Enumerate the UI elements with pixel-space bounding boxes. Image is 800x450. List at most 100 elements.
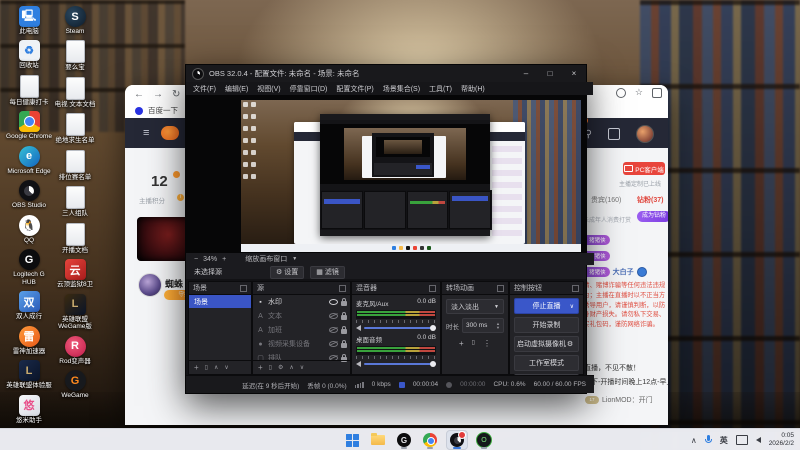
desktop-icon-obs[interactable]: OBS Studio	[6, 180, 52, 209]
lock-icon[interactable]	[341, 311, 347, 320]
volume-icon[interactable]	[755, 437, 761, 443]
reload-icon[interactable]: ↻	[172, 89, 180, 100]
source-row-watermark[interactable]: ▪ 水印	[253, 295, 350, 309]
taskbar-clock[interactable]: 0:05 2026/2/2	[769, 432, 794, 449]
obs-preview-canvas[interactable]	[186, 95, 586, 253]
obs-titlebar[interactable]: OBS 32.0.4 - 配置文件: 未命名 - 场景: 未命名 – □ ×	[186, 65, 586, 82]
source-properties-icon[interactable]: ⚙	[278, 364, 283, 371]
desktop-icon-doc2[interactable]: 要么宝	[52, 40, 98, 71]
pc-client-button[interactable]: PC客户端	[623, 162, 665, 175]
add-scene-button[interactable]: +	[194, 363, 199, 372]
desktop-icon-it-takes-two[interactable]: 双 双人成行	[6, 291, 52, 320]
desktop-icon-doc6[interactable]: 三人组队	[52, 186, 98, 217]
desktop-icon-doc7[interactable]: 开播文档	[52, 222, 98, 254]
virtual-camera-button[interactable]: 启动虚拟摄像机 ⚙	[514, 336, 579, 352]
extension-icon[interactable]	[652, 87, 662, 98]
zoom-page-icon[interactable]	[615, 87, 626, 98]
source-down-button[interactable]: ∨	[300, 364, 304, 371]
wegame-taskbar-button[interactable]: O	[474, 431, 494, 449]
desktop-icon-chrome[interactable]: Google Chrome	[6, 111, 52, 140]
source-row-overtime[interactable]: A 加班	[253, 323, 350, 337]
box-icon[interactable]	[608, 128, 620, 140]
chevron-down-icon[interactable]: ▼	[292, 256, 297, 262]
desktop-icon-doc3[interactable]: 电视 文本文档	[52, 76, 98, 108]
source-row-text[interactable]: A 文本	[253, 309, 350, 323]
streamer-avatar[interactable]	[138, 273, 162, 297]
maximize-button[interactable]: □	[538, 65, 562, 82]
visibility-eye-icon[interactable]	[329, 299, 338, 305]
source-filters-button[interactable]: ▦ 滤镜	[310, 265, 345, 279]
obs-taskbar-button[interactable]	[446, 430, 468, 450]
transition-select[interactable]: 淡入淡出 ▼	[446, 299, 504, 314]
ime-indicator[interactable]: 英	[720, 435, 728, 446]
menu-docks[interactable]: 停靠窗口(D)	[290, 84, 328, 94]
site-logo[interactable]	[161, 126, 180, 140]
lock-icon[interactable]	[341, 325, 347, 334]
remove-transition-button[interactable]: ▯	[472, 339, 475, 348]
lock-icon[interactable]	[341, 297, 347, 306]
desktop-icon-doc5[interactable]: 排位赛名单	[52, 149, 98, 181]
menu-scene-collection[interactable]: 场景集合(S)	[383, 84, 420, 94]
scene-up-button[interactable]: ∧	[214, 364, 218, 371]
chrome-taskbar-button[interactable]	[420, 431, 440, 449]
lock-icon[interactable]	[341, 339, 347, 348]
desktop-icon-this-pc[interactable]: 🖳 此电脑	[6, 6, 52, 35]
desktop-icon-edge[interactable]: e Microsoft Edge	[6, 145, 52, 175]
speaker-icon[interactable]	[356, 361, 361, 367]
dock-options-icon[interactable]	[240, 284, 247, 292]
chat-username[interactable]: 大白子	[613, 267, 634, 277]
zoom-preset-dropdown[interactable]: 缩放画布窗口	[245, 254, 287, 264]
desktop-icon-game-red[interactable]: 云 云顶监狱8卫	[52, 259, 98, 288]
desktop-icon-ghub[interactable]: G Logitech G HUB	[6, 249, 52, 286]
forward-icon[interactable]: →	[153, 89, 163, 100]
dock-options-icon[interactable]	[572, 284, 579, 292]
source-up-button[interactable]: ∧	[289, 364, 293, 371]
file-explorer-button[interactable]	[368, 431, 388, 449]
virtual-cam-config-icon[interactable]: ⚙	[563, 339, 576, 349]
remove-scene-button[interactable]: ▯	[205, 364, 208, 371]
start-recording-button[interactable]: 开始录制	[514, 317, 579, 333]
visibility-eye-off-icon[interactable]	[329, 341, 338, 347]
menu-tools[interactable]: 工具(T)	[429, 84, 452, 94]
visibility-eye-off-icon[interactable]	[329, 313, 338, 319]
desktop-icon-wegame[interactable]: G WeGame	[52, 370, 98, 399]
close-button[interactable]: ×	[562, 65, 586, 82]
menu-help[interactable]: 帮助(H)	[461, 84, 485, 94]
menu-profile[interactable]: 配置文件(P)	[336, 84, 373, 94]
duration-spinner[interactable]: 300 ms ▲ ▼	[462, 318, 504, 333]
dock-options-icon[interactable]	[429, 284, 436, 292]
info-icon[interactable]: i	[177, 194, 184, 201]
start-button[interactable]	[342, 431, 362, 449]
minimize-button[interactable]: –	[514, 65, 538, 82]
scene-item-selected[interactable]: 场景	[189, 295, 251, 308]
source-row-capture-device[interactable]: ● 视频采集设备	[253, 337, 350, 351]
desktop-icon-steam[interactable]: S Steam	[52, 6, 98, 35]
back-icon[interactable]: ←	[134, 89, 144, 100]
desktop-icon-lol-pbe[interactable]: L 英雄联盟体验服	[6, 360, 52, 389]
microphone-tray-icon[interactable]	[704, 435, 712, 445]
scene-down-button[interactable]: ∨	[224, 364, 228, 371]
desktop-icon-lol-wegame[interactable]: L 英雄联盟WeGame版	[52, 293, 98, 331]
dock-options-icon[interactable]	[497, 284, 504, 292]
source-settings-button[interactable]: ⚙ 设置	[270, 265, 305, 279]
network-display-icon[interactable]	[735, 435, 748, 445]
stop-streaming-button[interactable]: 停止直播 ∨	[514, 298, 579, 314]
tab-diamond-fans[interactable]: 钻粉(37)	[637, 195, 663, 205]
speaker-icon[interactable]	[356, 325, 361, 331]
become-fan-button[interactable]: 成为钻粉	[637, 211, 668, 222]
desktop-icon-recycle-bin[interactable]: ♻ 回收站	[6, 40, 52, 69]
user-avatar[interactable]	[636, 125, 654, 143]
visibility-eye-off-icon[interactable]	[329, 327, 338, 333]
dock-options-icon[interactable]	[339, 284, 346, 292]
desktop-icon-qq[interactable]: 🐧 QQ	[6, 214, 52, 244]
zoom-in-button[interactable]: +	[222, 256, 226, 263]
add-source-button[interactable]: +	[258, 363, 263, 372]
desktop-volume-slider[interactable]	[364, 361, 436, 367]
transition-more-icon[interactable]: ⋮	[483, 339, 491, 348]
desktop-icon-doc1[interactable]: 每日健康打卡	[6, 74, 52, 106]
zoom-out-button[interactable]: −	[194, 256, 198, 263]
remove-source-button[interactable]: ▯	[269, 364, 272, 371]
studio-mode-button[interactable]: 工作室模式	[514, 355, 579, 371]
tab-guests[interactable]: 贵宾(160)	[591, 195, 621, 205]
bookmark-star-icon[interactable]: ☆	[635, 87, 643, 98]
